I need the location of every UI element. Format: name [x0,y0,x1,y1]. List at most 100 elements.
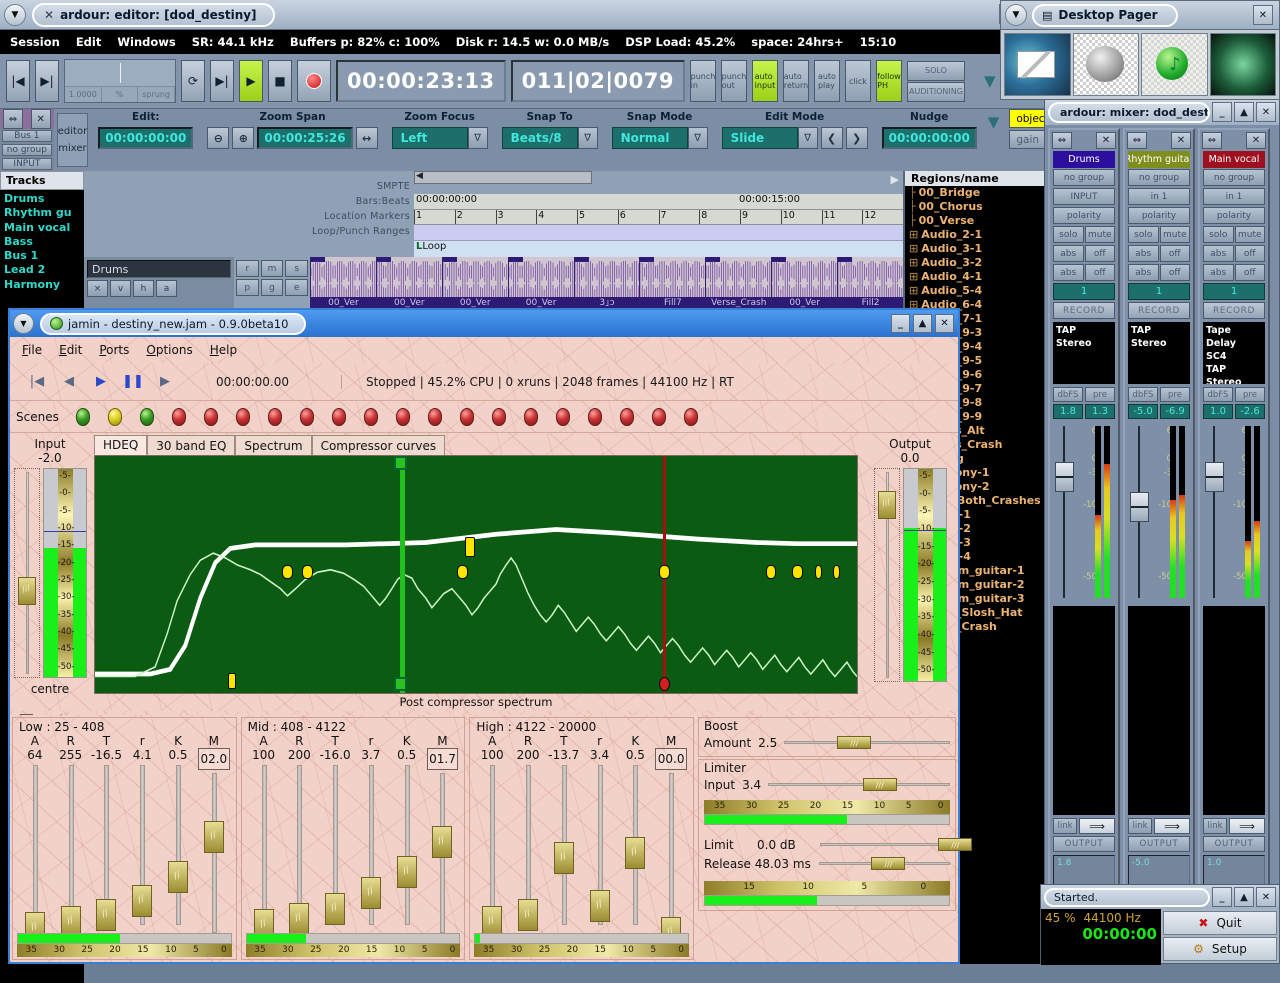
strip-dbfs[interactable]: dbFS [1128,387,1158,402]
minimize-icon[interactable]: _ [1212,887,1232,907]
mixer-strip[interactable]: ⇔ ✕ Drums no group INPUT polarity solo mu… [1048,128,1120,917]
scene-button-12[interactable] [427,407,442,426]
zoom-fit-icon[interactable]: ↔ [355,127,378,149]
strip-output-arrow-icon[interactable]: ⟹ [1079,818,1115,834]
track-name-field[interactable]: Drums [87,260,231,278]
band-fader-K[interactable] [617,765,653,925]
strip-off-2[interactable]: off [1234,264,1265,281]
menu-edit[interactable]: Edit [76,35,102,49]
band-makeup-value[interactable]: 02.0 [197,748,230,770]
audio-region[interactable]: Fill7 [639,257,740,310]
editor-mixer-toggle[interactable]: editor mixer [56,113,89,167]
resize-icon[interactable]: ⇔ [3,109,23,129]
strip-pre[interactable]: pre [1085,387,1115,402]
transport-collapse-icon[interactable]: ▼ [984,72,996,90]
input-gain-slider[interactable] [13,468,40,678]
desktop-3-music[interactable]: ♪ [1141,33,1208,96]
strip-fader[interactable]: 60 -3-10 -50 [1203,422,1265,602]
strip-dbfs[interactable]: dbFS [1203,387,1233,402]
region-list-item[interactable]: ├ 00_Chorus [905,200,1048,214]
mouse-mode-gain[interactable]: gain [1009,130,1047,149]
strip-inserts[interactable]: TAP Stereo [1128,322,1190,384]
close-icon[interactable]: ✕ [1171,132,1191,149]
auditioning-indicator[interactable]: AUDITIONING [906,81,965,102]
track-item-lead-2[interactable]: Lead 2 [4,263,80,277]
strip-channel-count[interactable]: 1 [1128,283,1190,300]
snap-to-dropdown[interactable]: Beats/8 ∇ [501,127,598,149]
play-icon[interactable]: ▶ [88,371,114,393]
tab-30-band-eq[interactable]: 30 band EQ [147,435,236,455]
follow-playhead-button[interactable]: follow PH [875,60,902,102]
play-forward-icon[interactable]: ▶ [152,371,178,393]
strip-abs-2[interactable]: abs [1053,264,1084,281]
audio-region[interactable]: 00_Ver [310,257,411,310]
strip-off-1[interactable]: off [1159,245,1190,262]
bus-group[interactable]: no group [2,144,52,156]
band-fader-K[interactable] [160,765,196,925]
strip-peak-value[interactable]: -2.6 [1235,404,1265,419]
tree-expander-icon[interactable]: ├ [909,200,916,213]
toolbar-collapse-icon[interactable]: ▼ [988,113,1000,131]
track-regions-drums[interactable]: 00_Ver 00_Ver 00_Ver 00_Ver 3｣ɔ Fill7 Verse_Cr… [310,257,903,310]
menu-windows[interactable]: Windows [117,35,175,49]
menu-ports[interactable]: Ports [99,343,129,357]
track-header-drums[interactable]: Drums × v h a [84,257,234,310]
close-icon[interactable]: ✕ [1256,102,1276,122]
auto-return-button[interactable]: auto return [782,60,809,102]
quit-button[interactable]: ✖ Quit [1163,911,1277,935]
strip-solo[interactable]: solo [1128,226,1159,243]
region-list-item[interactable]: ├ 00_Verse [905,214,1048,228]
scene-button-15[interactable] [523,407,538,426]
pause-icon[interactable]: ❚❚ [120,371,146,393]
strip-abs-1[interactable]: abs [1053,245,1084,262]
track-mute-button[interactable]: m [260,260,284,277]
table-row[interactable]: Drums × v h a r m s p g e 00_Ver 00_Ver … [84,257,903,311]
scene-button-11[interactable] [395,407,410,426]
track-item-main-vocal[interactable]: Main vocal [4,221,80,235]
tree-expander-icon[interactable]: ├ [909,214,916,227]
track-rec-button[interactable]: r [236,260,259,277]
edit-clock[interactable]: 00:00:00:00 [98,127,194,149]
nudge-back-button[interactable]: ❮ [820,127,843,149]
scene-button-8[interactable] [299,407,314,426]
strip-abs-2[interactable]: abs [1128,264,1159,281]
strip-peak-value[interactable]: 1.3 [1085,404,1115,419]
band-fader-A[interactable] [17,765,53,945]
band-makeup-value[interactable]: 00.0 [655,748,688,770]
track-edit-button[interactable]: e [285,279,309,296]
strip-record-button[interactable]: RECORD [1053,302,1115,319]
zoom-span-clock[interactable]: 00:00:25:26 [257,127,353,149]
band-fader-M[interactable] [653,773,689,949]
strip-fader[interactable]: 60 -3-10 -50 [1128,422,1190,602]
menu-options[interactable]: Options [146,343,192,357]
band-fader-M[interactable] [196,773,232,933]
strip-solo[interactable]: solo [1053,226,1084,243]
track-item-harmony[interactable]: Harmony [4,278,80,292]
minimize-icon[interactable]: _ [1212,102,1232,122]
strip-solo[interactable]: solo [1203,226,1234,243]
strip-link-button[interactable]: link [1203,818,1227,834]
play-button[interactable]: ▶ [239,60,263,102]
track-group-button[interactable]: g [260,279,284,296]
punch-in-button[interactable]: punch in [689,60,716,102]
resize-icon[interactable]: ⇔ [1202,132,1222,149]
resize-icon[interactable]: ⇔ [1127,132,1147,149]
band-fader-r[interactable] [353,765,389,925]
menu-icon[interactable]: ▼ [13,313,34,334]
strip-name[interactable]: Rhythm guitar [1128,151,1190,168]
band-fader-r[interactable] [124,765,160,925]
close-icon[interactable]: ✕ [935,314,954,333]
strip-mute[interactable]: mute [1084,226,1115,243]
track-item-drums[interactable]: Drums [4,192,80,206]
scene-button-7[interactable] [267,407,282,426]
click-button[interactable]: click [844,60,871,102]
zoom-in-icon[interactable]: ⊕ [232,127,255,149]
strip-gain-value[interactable]: -5.0 [1128,404,1158,419]
eq-plot[interactable] [94,455,858,694]
strip-polarity[interactable]: polarity [1053,207,1115,224]
strip-group[interactable]: no group [1053,169,1115,186]
band-fader-T[interactable] [546,765,582,925]
region-list-item[interactable]: ⊞ Audio_3-2 [905,256,1048,270]
strip-output-button[interactable]: OUTPUT [1203,836,1265,852]
strip-gain-value[interactable]: 1.0 [1203,404,1233,419]
